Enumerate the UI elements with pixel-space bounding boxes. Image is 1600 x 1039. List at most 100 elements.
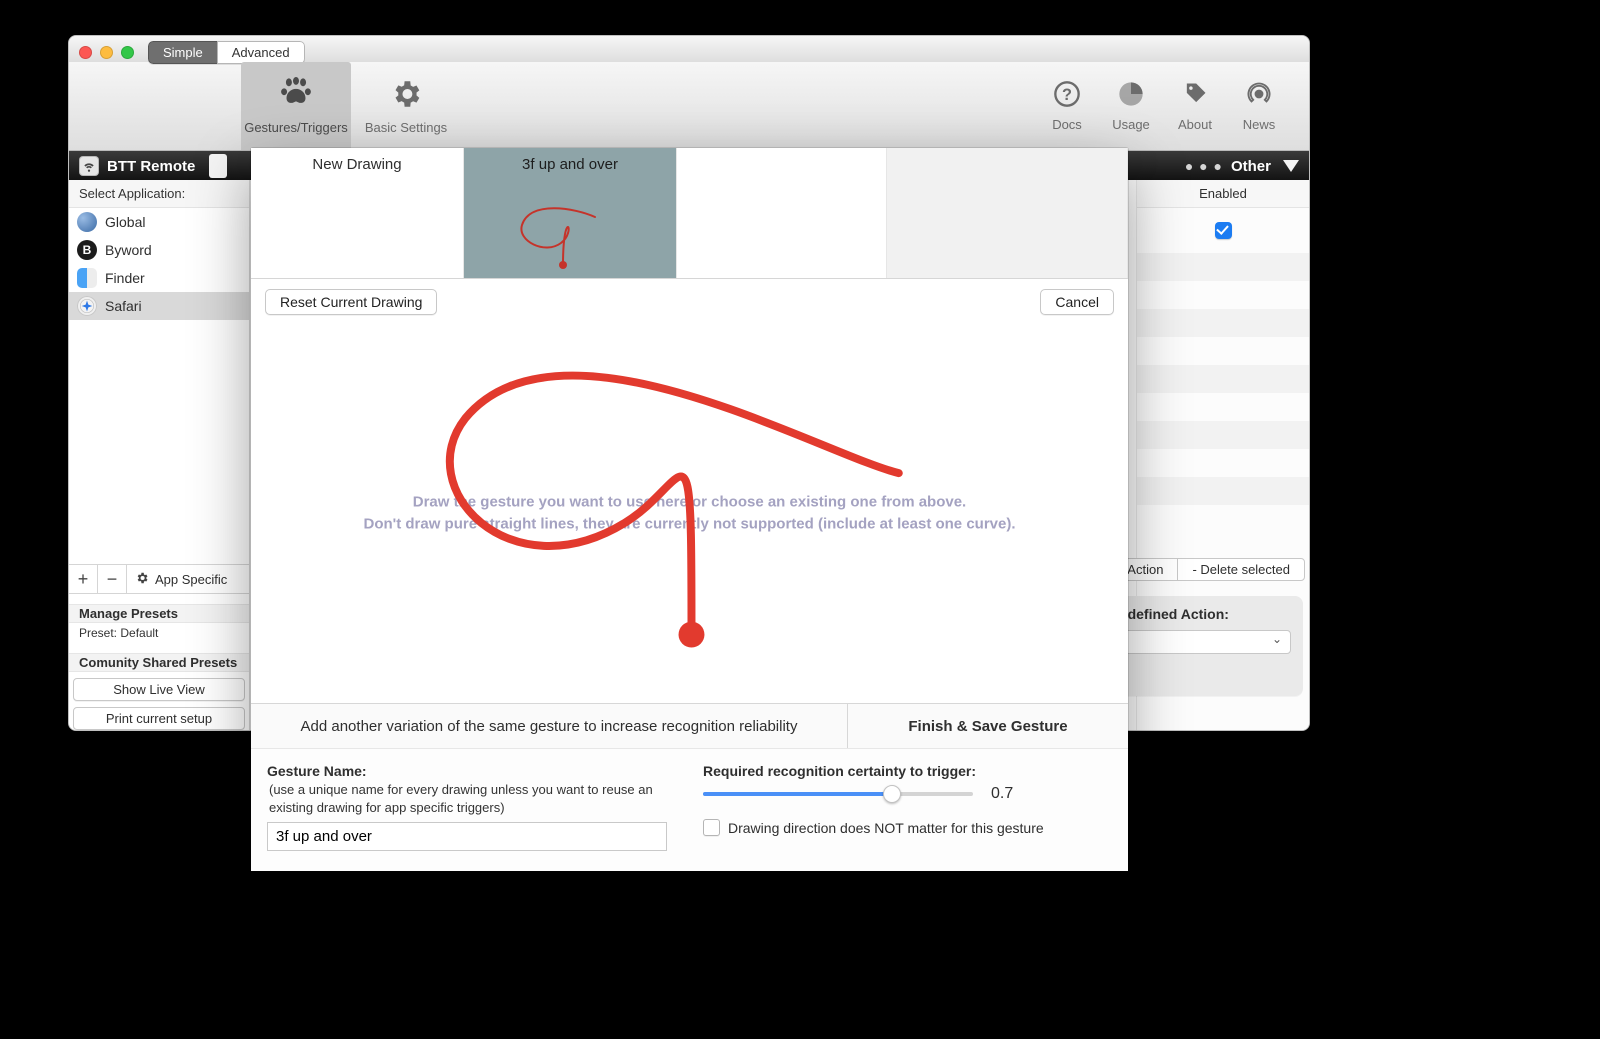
globe-icon [77,212,97,232]
titlebar: Simple Advanced [69,36,1309,62]
show-live-view-button[interactable]: Show Live View [73,678,245,701]
sidebar-item-label: Global [105,214,145,230]
certainty-slider[interactable] [703,792,973,796]
finder-icon [77,268,97,288]
news-label: News [1243,117,1276,132]
app-specific-button[interactable]: App Specific [127,565,249,594]
predefined-action-select[interactable] [1105,630,1291,654]
tab-gestures[interactable]: Gestures/Triggers [241,62,351,150]
sheet-form: Gesture Name: (use a unique name for eve… [251,748,1128,871]
gesture-thumbnail [495,175,645,265]
toolbar: Gestures/Triggers Basic Settings ? Docs [69,62,1309,151]
direction-checkbox-row[interactable]: Drawing direction does NOT matter for th… [703,819,1112,836]
right-panel: Enabled Attach Action - Delete selected … [1136,180,1309,730]
enabled-checkbox[interactable] [1137,208,1309,253]
gesture-name-label: Gesture Name: [267,763,667,779]
about-label: About [1178,117,1212,132]
docs-button[interactable]: ? Docs [1039,80,1095,132]
paw-icon [279,77,313,114]
tag-icon [1181,80,1209,111]
finish-save-button[interactable]: Finish & Save Gesture [848,704,1128,748]
traffic-lights [79,46,134,59]
manage-presets-header: Manage Presets [69,604,249,623]
close-window-button[interactable] [79,46,92,59]
about-button[interactable]: About [1167,80,1223,132]
news-button[interactable]: News [1231,80,1287,132]
gear-small-icon [135,571,149,588]
predefined-action-title: Predefined Action: [1105,606,1291,622]
sidebar-header: Select Application: [69,180,249,208]
gesture-name-description: (use a unique name for every drawing unl… [269,781,667,816]
other-label: Other [1231,158,1271,175]
add-app-button[interactable]: + [69,565,98,594]
tile-new-label: New Drawing [312,156,401,173]
certainty-label: Required recognition certainty to trigge… [703,763,1112,779]
certainty-section: Required recognition certainty to trigge… [703,763,1112,851]
direction-checkbox-label: Drawing direction does NOT matter for th… [728,820,1044,836]
slider-fill [703,792,892,796]
print-setup-button[interactable]: Print current setup [73,707,245,730]
tile-selected-drawing[interactable]: 3f up and over [464,148,677,278]
mode-advanced-button[interactable]: Advanced [217,41,305,64]
app-specific-label: App Specific [155,572,227,587]
sheet-action-bar: Reset Current Drawing Cancel [251,279,1128,315]
mode-simple-button[interactable]: Simple [148,41,217,64]
add-variation-button[interactable]: Add another variation of the same gestur… [251,704,848,748]
docs-label: Docs [1052,117,1082,132]
toolbar-right: ? Docs Usage About News [1039,62,1309,150]
sidebar-item-label: Byword [105,242,152,258]
sidebar-item-safari[interactable]: Safari [69,292,249,320]
tab-gestures-label: Gestures/Triggers [244,120,348,135]
gesture-name-section: Gesture Name: (use a unique name for eve… [267,763,667,851]
btt-remote-label: BTT Remote [107,158,195,175]
slider-knob-icon [883,785,901,803]
broadcast-icon [1245,80,1273,111]
drawing-canvas[interactable]: Draw the gesture you want to use here or… [261,323,1118,703]
other-item[interactable]: ● ● ● Other [1185,158,1275,175]
sidebar-item-label: Safari [105,298,142,314]
tab-basic-settings[interactable]: Basic Settings [351,62,461,150]
dots-icon: ● ● ● [1185,158,1223,174]
application-list: Global B Byword Finder Safari [69,208,249,564]
cancel-button[interactable]: Cancel [1040,289,1114,315]
row-stripes [1137,253,1309,533]
gesture-drawing-sheet: New Drawing 3f up and over Reset Current… [251,148,1128,871]
remote-device-icon [209,154,227,178]
zoom-window-button[interactable] [121,46,134,59]
gear-icon [389,77,423,114]
wifi-icon [79,156,99,176]
tile-placeholder [887,148,1128,278]
enabled-column-header: Enabled [1137,180,1309,208]
tile-new-drawing[interactable]: New Drawing [251,148,464,278]
checkbox-icon [703,819,720,836]
sidebar-item-byword[interactable]: B Byword [69,236,249,264]
safari-icon [77,296,97,316]
sidebar-item-finder[interactable]: Finder [69,264,249,292]
gesture-path [261,323,1118,703]
tile-selected-label: 3f up and over [522,156,618,173]
sidebar-item-global[interactable]: Global [69,208,249,236]
drawing-tiles: New Drawing 3f up and over [251,148,1128,279]
mode-toggle: Simple Advanced [148,41,305,64]
sheet-big-buttons: Add another variation of the same gestur… [251,703,1128,748]
btt-remote-item[interactable]: BTT Remote [79,154,249,178]
usage-label: Usage [1112,117,1150,132]
gesture-name-input[interactable] [267,822,667,851]
sidebar-bottom: + − App Specific Manage Presets Preset: … [69,564,249,730]
svg-text:?: ? [1062,86,1072,104]
help-icon: ? [1053,80,1081,111]
delete-selected-button[interactable]: - Delete selected [1177,558,1305,581]
usage-button[interactable]: Usage [1103,80,1159,132]
tile-empty [677,148,887,278]
certainty-value: 0.7 [991,785,1013,803]
byword-icon: B [77,240,97,260]
minimize-window-button[interactable] [100,46,113,59]
pie-icon [1117,80,1145,111]
check-icon [1215,222,1232,239]
tab-basic-settings-label: Basic Settings [365,120,447,135]
dropdown-triangle-icon[interactable] [1283,160,1299,172]
certainty-slider-row: 0.7 [703,785,1112,803]
toolbar-left: Gestures/Triggers Basic Settings [241,62,461,150]
remove-app-button[interactable]: − [98,565,127,594]
reset-drawing-button[interactable]: Reset Current Drawing [265,289,437,315]
